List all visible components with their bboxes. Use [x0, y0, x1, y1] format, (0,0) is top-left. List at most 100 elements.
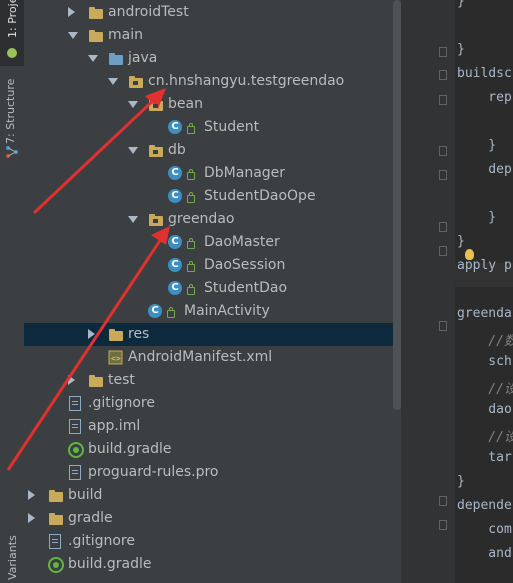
class-icon: C [148, 304, 175, 319]
tree-row[interactable]: build.gradle [24, 438, 401, 461]
class-c-icon: C [148, 304, 162, 318]
intention-bulb-icon[interactable] [465, 249, 474, 260]
code-line: } [457, 234, 465, 249]
tree-row[interactable]: build.gradle [24, 553, 401, 576]
tree-row[interactable]: bean [24, 93, 401, 116]
expand-down-icon[interactable] [128, 147, 138, 154]
structure-tool-tab[interactable]: 7: Structure [0, 78, 24, 162]
tree-row[interactable]: C StudentDaoOpe [24, 185, 401, 208]
fold-marker-icon[interactable] [439, 47, 447, 57]
gradle-ring-icon [68, 442, 84, 458]
tree-row[interactable]: .gitignore [24, 530, 401, 553]
tree-row[interactable]: C MainActivity [24, 300, 401, 323]
tree-row[interactable]: androidTest [24, 1, 401, 24]
collapse-right-icon[interactable] [28, 513, 35, 523]
tree-item-label: .gitignore [68, 533, 135, 549]
tree-item-label: db [168, 142, 186, 158]
tree-row[interactable]: cn.hnshangyu.testgreendao [24, 70, 401, 93]
expand-down-icon[interactable] [128, 101, 138, 108]
folder-icon [108, 51, 124, 66]
tree-item-label: main [108, 27, 143, 43]
package-dot-icon [153, 219, 158, 223]
tree-item-label: build [68, 487, 103, 503]
package-icon [148, 97, 164, 112]
lock-icon [187, 284, 195, 295]
package-dot-icon [153, 104, 158, 108]
lock-icon [187, 238, 195, 249]
collapse-right-icon[interactable] [68, 7, 75, 17]
tree-row[interactable]: db [24, 139, 401, 162]
code-line: buildsc [457, 66, 512, 81]
tree-row[interactable]: C Student [24, 116, 401, 139]
expand-down-icon[interactable] [88, 55, 98, 62]
class-icon: C [168, 258, 195, 273]
fold-marker-icon[interactable] [439, 146, 447, 156]
tree-row[interactable]: build [24, 484, 401, 507]
tree-row[interactable]: proguard-rules.pro [24, 461, 401, 484]
tree-row[interactable]: C DbManager [24, 162, 401, 185]
tree-row[interactable]: .gitignore [24, 392, 401, 415]
collapse-right-icon[interactable] [88, 329, 95, 339]
class-icon: C [168, 120, 195, 135]
tree-row[interactable]: C DaoSession [24, 254, 401, 277]
folder-icon [48, 488, 64, 503]
code-editor[interactable]: }} buildsc rep } dep }} apply p greenda //数… [401, 0, 513, 583]
class-c-icon: C [168, 189, 182, 203]
fold-marker-icon[interactable] [439, 95, 447, 105]
gradle-icon [48, 557, 64, 573]
code-line: dao [457, 402, 512, 417]
tree-row[interactable]: test [24, 369, 401, 392]
tree-row[interactable]: C StudentDao [24, 277, 401, 300]
expand-down-icon[interactable] [108, 78, 118, 85]
lock-icon [187, 261, 195, 272]
fold-marker-icon[interactable] [439, 520, 447, 530]
folder-icon [88, 28, 104, 43]
build-variants-tab[interactable]: Variants [0, 535, 24, 583]
fold-marker-icon[interactable] [439, 246, 447, 256]
tree-row[interactable]: gradle [24, 507, 401, 530]
tree-item-label: bean [168, 96, 203, 112]
tree-item-label: .gitignore [88, 395, 155, 411]
class-c-icon: C [168, 235, 182, 249]
tree-scrollbar[interactable] [393, 0, 401, 410]
class-c-icon: C [168, 166, 182, 180]
code-line: //设 [457, 430, 513, 445]
tree-item-label: AndroidManifest.xml [128, 349, 273, 365]
android-icon [5, 44, 19, 58]
tree-row[interactable]: res [24, 323, 401, 346]
tree-item-label: StudentDaoOpe [204, 188, 316, 204]
variants-tab-label: Variants [6, 535, 19, 580]
package-dot-icon [133, 81, 138, 85]
fold-marker-icon[interactable] [439, 170, 447, 180]
tree-row[interactable]: greendao [24, 208, 401, 231]
package-icon [148, 143, 164, 158]
class-c-icon: C [168, 258, 182, 272]
fold-marker-icon[interactable] [439, 222, 447, 232]
tree-row[interactable]: app.iml [24, 415, 401, 438]
fold-marker-icon[interactable] [439, 70, 447, 80]
tree-item-label: DaoSession [204, 257, 286, 273]
tree-item-label: app.iml [88, 418, 141, 434]
collapse-right-icon[interactable] [68, 375, 75, 385]
class-icon: C [168, 166, 195, 181]
package-icon [128, 74, 144, 89]
fold-marker-icon[interactable] [439, 496, 447, 506]
file-icon [48, 534, 64, 549]
code-line: and [457, 546, 512, 561]
code-line: } [457, 42, 465, 57]
tree-row[interactable]: main [24, 24, 401, 47]
expand-down-icon[interactable] [128, 216, 138, 223]
structure-tab-label: 7: Structure [4, 78, 17, 144]
tree-item-label: build.gradle [68, 556, 152, 572]
project-tool-tab[interactable]: 1: Project [0, 0, 24, 66]
expand-down-icon[interactable] [68, 32, 78, 39]
tree-row[interactable]: <> AndroidManifest.xml [24, 346, 401, 369]
collapse-right-icon[interactable] [28, 490, 35, 500]
document-icon [69, 396, 81, 411]
code-line: } [457, 0, 465, 9]
tree-item-label: cn.hnshangyu.testgreendao [148, 73, 345, 89]
tree-row[interactable]: C DaoMaster [24, 231, 401, 254]
tree-item-label: gradle [68, 510, 113, 526]
tree-row[interactable]: java [24, 47, 401, 70]
fold-marker-icon[interactable] [439, 321, 447, 331]
